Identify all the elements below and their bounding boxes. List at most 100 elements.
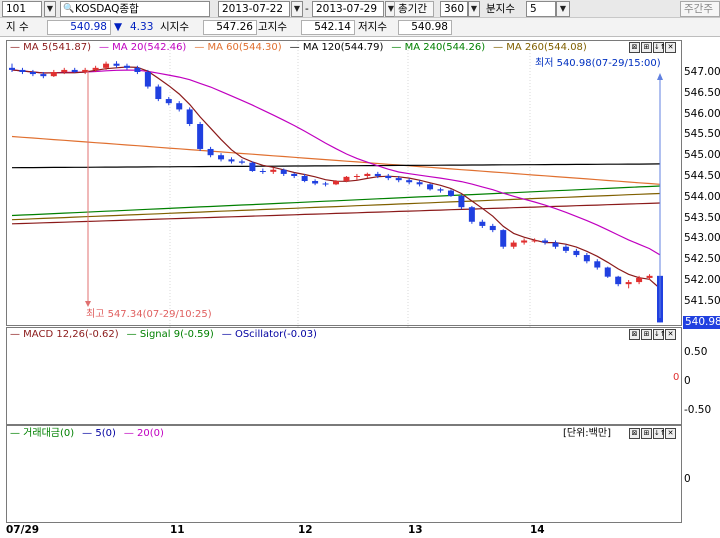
candle-body	[500, 230, 507, 247]
y-tick-label: 545.00	[684, 149, 720, 162]
ma20-line	[11, 69, 661, 256]
candle-body	[427, 184, 434, 190]
candle-body	[552, 242, 559, 247]
candle-body	[186, 109, 193, 124]
legend-item: — 5(0)	[82, 428, 116, 439]
candle-body	[395, 178, 402, 181]
maximize-icon[interactable]: ⊞	[641, 428, 652, 439]
high-arrow-icon	[85, 301, 91, 307]
candle-body	[280, 169, 287, 174]
candle-body	[353, 176, 360, 177]
legend-item: — 20(0)	[123, 428, 164, 439]
minimize-icon[interactable]: ⊠	[629, 42, 640, 53]
candle-body	[301, 176, 308, 181]
close-icon[interactable]: ✕	[665, 42, 676, 53]
candle-body	[82, 69, 89, 72]
y-tick-label: 544.50	[684, 170, 720, 182]
swap-icon[interactable]: ↓↑	[653, 42, 666, 53]
legend-item: — OScillator(-0.03)	[221, 329, 317, 340]
candle-body	[291, 173, 298, 176]
candle-body	[615, 276, 622, 285]
candle-body	[364, 173, 371, 176]
y-tick-label: 546.50	[684, 86, 720, 99]
y-tick-label: 542.00	[684, 274, 720, 286]
candle-body	[218, 155, 225, 160]
candle-body	[176, 103, 183, 110]
y-tick-label: 546.00	[684, 107, 720, 120]
minimize-icon[interactable]: ⊠	[629, 428, 640, 439]
candle-body	[238, 161, 245, 163]
swap-icon[interactable]: ↓↑	[653, 428, 666, 439]
candle-body	[270, 169, 277, 172]
legend-item: — MA 120(544.79)	[289, 42, 384, 53]
candle-body	[437, 189, 444, 191]
x-tick-label: 12	[298, 524, 313, 536]
candle-body	[19, 69, 26, 72]
candle-body	[40, 74, 47, 77]
y-tick-label: 543.50	[684, 211, 720, 224]
candle-body	[458, 195, 465, 208]
volume-unit-label: [단위:백만]	[563, 428, 611, 439]
macd-zero-marker: 0	[673, 372, 680, 383]
swap-icon[interactable]: ↓↑	[653, 329, 666, 340]
ma60-line	[11, 135, 661, 185]
candle-body	[510, 242, 517, 247]
candle-body	[646, 275, 653, 278]
maximize-icon[interactable]: ⊞	[641, 329, 652, 340]
candle-body	[197, 124, 204, 149]
candle-body	[531, 240, 538, 242]
candle-body	[489, 225, 496, 231]
minimize-icon[interactable]: ⊠	[629, 329, 640, 340]
legend-item: — MA 60(544.30)	[194, 42, 282, 53]
macd-tick-label: -0.50	[684, 404, 712, 416]
candle-body	[604, 267, 611, 277]
candle-body	[92, 67, 99, 70]
candle-body	[343, 176, 350, 181]
candle-body	[71, 69, 78, 72]
x-tick-label: 13	[408, 524, 423, 536]
candle-body	[123, 65, 130, 68]
high-annotation: 최고 547.34(07-29/10:25)	[86, 309, 212, 320]
candle-body	[562, 246, 569, 251]
candle-body	[542, 240, 549, 243]
macd-tick-label: 0	[684, 375, 691, 387]
y-tick-label: 547.00	[684, 66, 720, 78]
candle-body	[406, 180, 413, 183]
candle-body	[259, 171, 266, 173]
close-icon[interactable]: ✕	[665, 428, 676, 439]
y-tick-label: 545.50	[684, 128, 720, 141]
maximize-icon[interactable]: ⊞	[641, 42, 652, 53]
y-tick-label: 541.50	[684, 294, 720, 307]
candle-body	[625, 282, 632, 285]
candle-body	[134, 67, 141, 72]
macd-tick-label: 0.50	[684, 346, 708, 358]
candle-body	[249, 162, 256, 172]
candle-body	[594, 261, 601, 268]
candle-body	[103, 63, 110, 68]
candle-body	[144, 72, 151, 87]
legend-item: — MA 20(542.46)	[98, 42, 187, 53]
candle-body	[583, 255, 590, 262]
candle-body	[113, 63, 120, 66]
x-tick-label: 14	[530, 524, 545, 536]
y-tick-label: 543.00	[684, 232, 720, 245]
legend-item: — MA 240(544.26)	[391, 42, 486, 53]
x-tick-label: 11	[170, 524, 185, 536]
candle-body	[322, 183, 329, 185]
candle-body	[385, 176, 392, 179]
candle-body	[165, 99, 172, 104]
macd-chart-panel[interactable]	[6, 327, 682, 425]
candle-body	[447, 190, 454, 196]
candle-body	[312, 180, 319, 184]
candle-body	[9, 67, 15, 70]
candle-body	[61, 69, 68, 72]
y-tick-label: 544.00	[684, 190, 720, 203]
candle-body	[374, 173, 381, 176]
legend-item: — MACD 12,26(-0.62)	[10, 329, 119, 340]
legend-item: — MA 5(541.87)	[10, 42, 91, 53]
candle-body	[416, 182, 423, 185]
close-icon[interactable]: ✕	[665, 329, 676, 340]
candle-body	[333, 180, 339, 185]
ma120-line	[11, 163, 661, 169]
legend-item: — Signal 9(-0.59)	[126, 329, 214, 340]
